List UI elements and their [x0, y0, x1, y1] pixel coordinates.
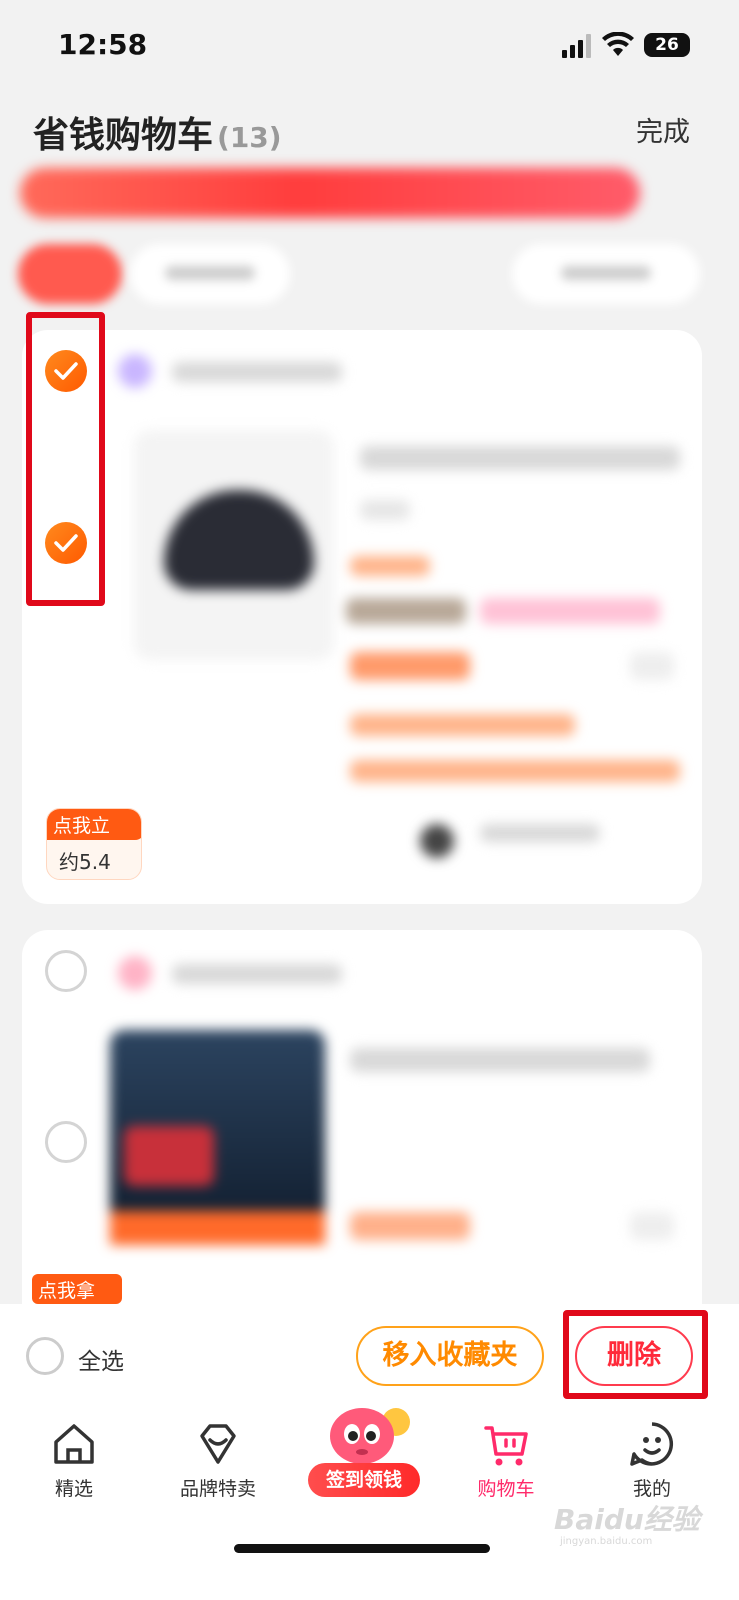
tab-label: 精选 [54, 1478, 93, 1500]
reward-tag[interactable]: 点我立 约5.4 [46, 808, 142, 880]
reward-tag-label: 点我立 [47, 809, 141, 840]
move-to-favorites-button[interactable]: 移入收藏夹 [356, 1326, 544, 1386]
select-all-label[interactable]: 全选 [78, 1342, 124, 1376]
signal-icon [562, 34, 591, 58]
shop-checkbox[interactable] [45, 950, 87, 992]
select-all-checkbox[interactable] [26, 1337, 64, 1375]
status-time: 12:58 [58, 28, 148, 61]
watermark-url: jingyan.baidu.com [560, 1536, 653, 1547]
tab-label: 购物车 [477, 1478, 535, 1500]
home-indicator [234, 1544, 490, 1553]
status-bar: 12:58 26 [0, 0, 739, 90]
cart-count: (13) [217, 121, 282, 154]
cart-icon [484, 1426, 528, 1466]
tab-home[interactable]: 精选 [14, 1420, 134, 1501]
reward-tag-label[interactable]: 点我拿 [32, 1274, 122, 1304]
filter-chip[interactable] [512, 244, 700, 304]
page-title: 省钱购物车 (13) [33, 106, 282, 158]
tab-brand-sale[interactable]: 品牌特卖 [158, 1420, 278, 1501]
checkin-label: 签到领钱 [308, 1463, 420, 1497]
mascot-icon [330, 1408, 410, 1464]
cart-shop-card: 点我立 约5.4 [22, 330, 702, 904]
cart-shop-card [22, 930, 702, 1330]
done-button[interactable]: 完成 [636, 110, 690, 149]
item-checkbox[interactable] [45, 1121, 87, 1163]
filter-chip-all[interactable] [18, 244, 122, 304]
shop-logo [118, 354, 152, 388]
highlight-box-checkboxes [26, 312, 105, 606]
promo-banner[interactable] [20, 168, 640, 218]
filter-chip[interactable] [130, 244, 290, 304]
filter-row [0, 238, 739, 308]
watermark: Baidu经验 [554, 1503, 700, 1536]
profile-icon [630, 1422, 673, 1466]
product-image[interactable] [134, 430, 334, 660]
tab-profile[interactable]: 我的 [592, 1420, 712, 1501]
wifi-icon [602, 32, 634, 56]
home-icon [54, 1424, 94, 1464]
reward-tag-value: 约5.4 [59, 850, 111, 874]
page-title-text: 省钱购物车 [33, 115, 214, 156]
blurred-product-info [110, 930, 702, 1330]
shop-logo [118, 956, 152, 990]
product-image[interactable] [110, 1030, 325, 1245]
tab-label: 我的 [632, 1478, 671, 1500]
battery-indicator: 26 [644, 33, 690, 57]
diamond-bag-icon [200, 1424, 236, 1464]
tab-label: 品牌特卖 [179, 1478, 256, 1500]
tab-cart[interactable]: 购物车 [446, 1420, 566, 1501]
highlight-box-delete [563, 1310, 708, 1399]
blurred-product-info [110, 330, 702, 904]
